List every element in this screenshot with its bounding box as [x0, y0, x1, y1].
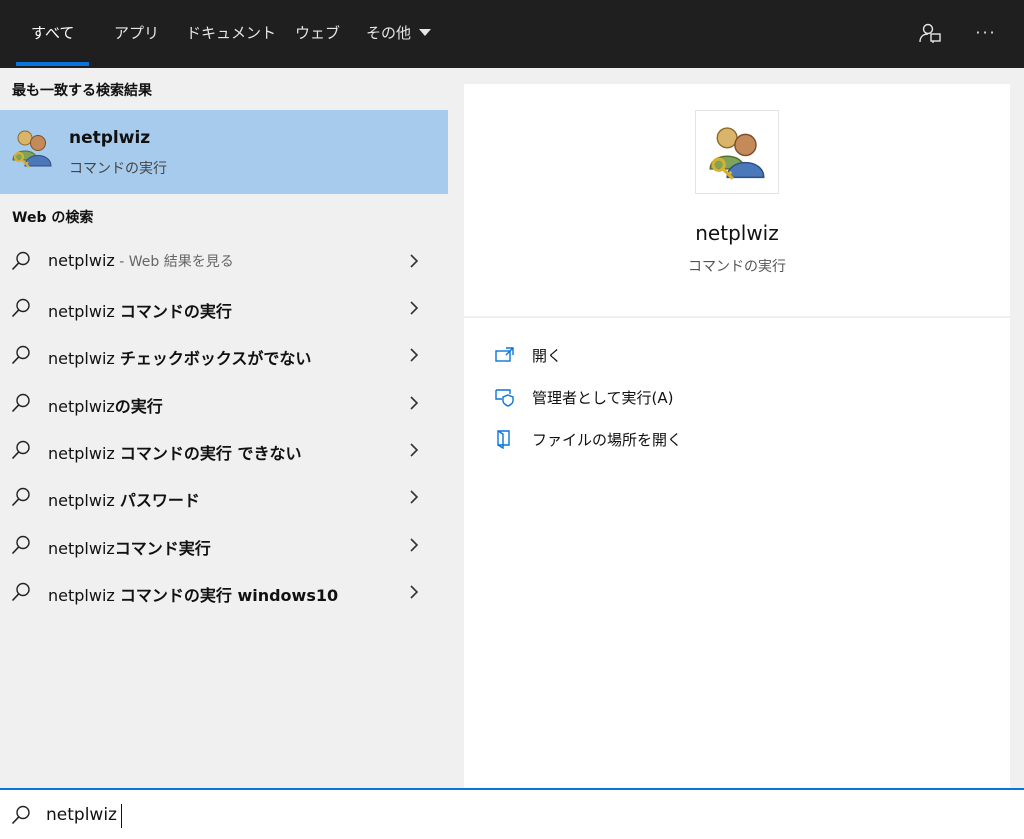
details-header: netplwiz コマンドの実行 — [464, 84, 1010, 316]
open-file-location-label: ファイルの場所を開く — [532, 431, 683, 449]
search-icon — [11, 487, 30, 507]
web-suggestion-text: netplwizの実行 — [48, 397, 163, 416]
chevron-right-icon — [410, 254, 419, 268]
best-match-subtitle: コマンドの実行 — [69, 161, 167, 177]
open-file-location-action[interactable]: ファイルの場所を開く — [494, 426, 974, 454]
search-icon — [11, 440, 30, 460]
chevron-right-icon — [410, 538, 419, 552]
run-as-admin-icon — [495, 389, 514, 407]
web-suggestion-text: netplwiz チェックボックスがでない — [48, 349, 312, 368]
text-caret — [121, 804, 122, 828]
chevron-right-icon — [410, 443, 419, 457]
details-app-name: netplwiz — [695, 221, 779, 245]
open-icon — [495, 347, 514, 362]
web-suggestion-text: netplwiz コマンドの実行 できない — [48, 444, 302, 463]
web-suggestion[interactable]: netplwizの実行 — [0, 380, 448, 427]
web-suggestion[interactable]: netplwizコマンド実行 — [0, 522, 448, 569]
search-icon — [11, 805, 30, 825]
chevron-right-icon — [410, 348, 419, 362]
results-pane: 最も一致する検索結果 netplwiz コマンドの実行 Web の検索 netp… — [0, 68, 448, 788]
search-icon — [11, 582, 30, 602]
search-icon — [11, 345, 30, 365]
best-match-item[interactable]: netplwiz コマンドの実行 — [0, 110, 448, 194]
tab-more-label: その他 — [366, 24, 412, 42]
web-suggestion-text: netplwiz コマンドの実行 windows10 — [48, 586, 339, 605]
open-action[interactable]: 開く — [494, 342, 974, 370]
users-key-icon — [709, 127, 765, 180]
tab-web[interactable]: ウェブ — [295, 0, 340, 68]
run-as-admin-action[interactable]: 管理者として実行(A) — [494, 384, 974, 412]
web-suggestion[interactable]: netplwiz コマンドの実行 できない — [0, 427, 448, 474]
search-icon — [11, 393, 30, 413]
tab-more[interactable]: その他 — [366, 0, 432, 68]
run-as-admin-label: 管理者として実行(A) — [532, 389, 674, 407]
more-options-icon[interactable]: ··· — [972, 20, 1000, 48]
search-icon — [11, 298, 30, 318]
web-suggestion-text: netplwiz コマンドの実行 — [48, 302, 232, 321]
details-app-subtitle: コマンドの実行 — [688, 259, 786, 275]
web-suggestion[interactable]: netplwiz コマンドの実行 — [0, 285, 448, 332]
search-box — [0, 788, 1024, 839]
feedback-person-icon[interactable] — [916, 20, 944, 48]
web-suggestion[interactable]: netplwiz コマンドの実行 windows10 — [0, 569, 448, 616]
file-location-icon — [497, 430, 510, 449]
web-suggestion-text: netplwizコマンド実行 — [48, 539, 211, 558]
search-input[interactable] — [46, 800, 646, 830]
tab-all[interactable]: すべて — [15, 0, 90, 68]
chevron-down-icon — [419, 29, 432, 36]
web-suggestion-text: netplwiz パスワード — [48, 491, 200, 510]
search-filter-bar: すべて アプリ ドキュメント ウェブ その他 ··· — [0, 0, 1024, 68]
users-key-icon — [12, 130, 52, 168]
details-actions: 開く 管理者として実行(A) ファイルの場所を開く — [464, 318, 1010, 788]
search-icon — [11, 251, 30, 271]
search-icon — [11, 535, 30, 555]
web-suggestion-text: netplwiz - Web 結果を見る — [48, 251, 234, 270]
chevron-right-icon — [410, 396, 419, 410]
best-match-name: netplwiz — [69, 128, 151, 148]
chevron-right-icon — [410, 301, 419, 315]
tab-apps[interactable]: アプリ — [114, 0, 159, 68]
chevron-right-icon — [410, 490, 419, 504]
details-app-icon — [695, 110, 779, 194]
chevron-right-icon — [410, 585, 419, 599]
best-match-heading: 最も一致する検索結果 — [12, 83, 152, 99]
web-suggestion[interactable]: netplwiz - Web 結果を見る — [0, 238, 448, 285]
tab-documents[interactable]: ドキュメント — [186, 0, 276, 68]
web-suggestion[interactable]: netplwiz パスワード — [0, 474, 448, 521]
open-action-label: 開く — [532, 347, 563, 365]
web-suggestion[interactable]: netplwiz チェックボックスがでない — [0, 332, 448, 379]
web-search-heading: Web の検索 — [12, 210, 94, 226]
